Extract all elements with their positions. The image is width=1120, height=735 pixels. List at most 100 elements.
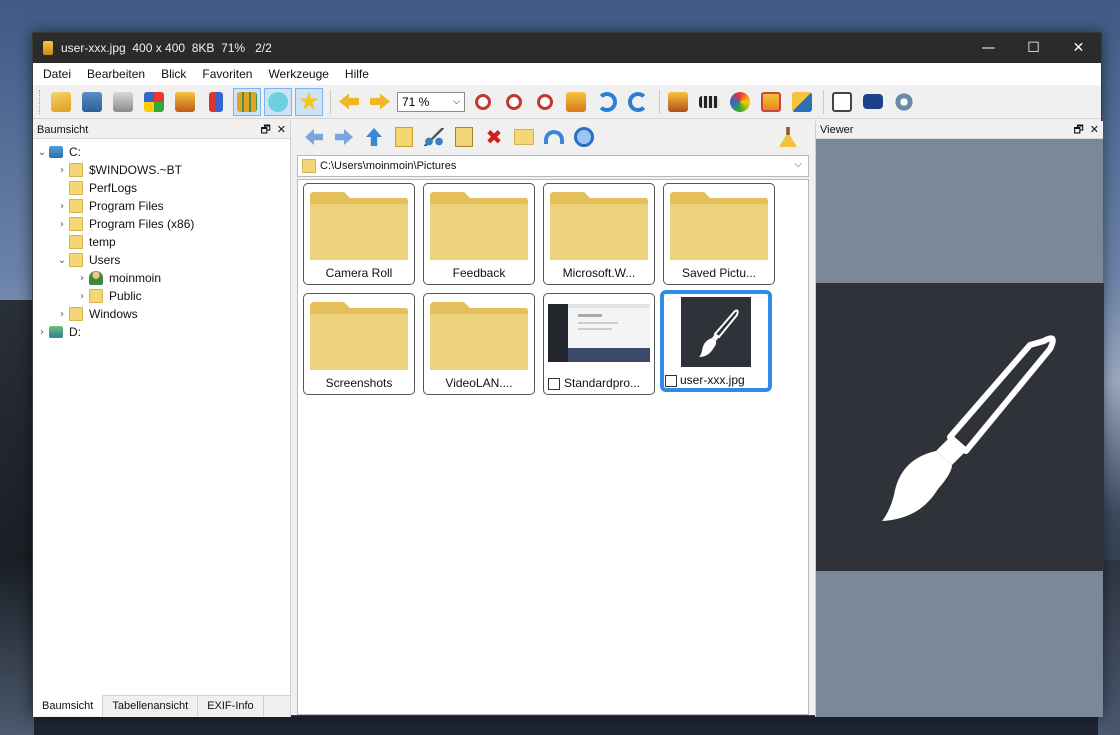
paste-button[interactable] — [451, 124, 477, 150]
close-button[interactable]: ✕ — [1056, 33, 1101, 63]
zoom-out-button[interactable] — [500, 88, 528, 116]
folder-tree: ⌄ C: › $WINDOWS.~BT PerfLogs › Program F… — [33, 139, 290, 341]
resize-button[interactable] — [788, 88, 816, 116]
image-button[interactable] — [171, 88, 199, 116]
thumbnail-label: VideoLAN.... — [445, 376, 513, 390]
prev-arrow-icon — [339, 93, 359, 110]
chevron-down-icon[interactable]: ⌄ — [55, 255, 69, 266]
menu-favoriten[interactable]: Favoriten — [194, 63, 260, 85]
forward-button[interactable] — [331, 124, 357, 150]
thumbnail-saved-pictures[interactable]: Saved Pictu... — [663, 183, 775, 285]
tree-item-users[interactable]: ⌄ Users — [33, 251, 290, 269]
refresh-button[interactable] — [571, 124, 597, 150]
zoom-fit-button[interactable] — [531, 88, 559, 116]
save-icon — [82, 91, 102, 112]
rotate-right-button[interactable] — [593, 88, 621, 116]
clean-button[interactable] — [775, 124, 801, 150]
slideshow-button[interactable] — [664, 88, 692, 116]
close-panel-icon[interactable]: ✕ — [1090, 121, 1099, 139]
paint-button[interactable] — [726, 88, 754, 116]
open-folder-icon — [51, 91, 71, 112]
open-button[interactable] — [47, 88, 75, 116]
address-bar[interactable]: C:\Users\moinmoin\Pictures ⌵ — [297, 155, 809, 177]
toolbar-grip[interactable] — [39, 89, 43, 114]
chevron-down-icon[interactable]: ⌵ — [794, 159, 802, 170]
thumbnail-view-button[interactable] — [233, 87, 261, 116]
tab-baumsicht[interactable]: Baumsicht — [33, 695, 104, 716]
menu-bearbeiten[interactable]: Bearbeiten — [79, 63, 153, 85]
back-button[interactable] — [301, 124, 327, 150]
camera-button[interactable] — [859, 88, 887, 116]
comment-button[interactable] — [264, 87, 292, 116]
copy-button[interactable] — [391, 124, 417, 150]
chevron-right-icon[interactable]: › — [55, 201, 69, 212]
maximize-button[interactable]: ☐ — [1011, 33, 1056, 63]
paintbrush-image — [681, 297, 751, 367]
menu-blick[interactable]: Blick — [153, 63, 194, 85]
thumbnail-standardprofile[interactable]: Standardpro... — [543, 293, 655, 395]
rotate-left-button[interactable] — [624, 88, 652, 116]
settings-button[interactable] — [890, 88, 918, 116]
title-bar[interactable]: user-xxx.jpg 400 x 400 8KB 71% 2/2 — ☐ ✕ — [33, 33, 1101, 63]
tree-item-c-drive[interactable]: ⌄ C: — [33, 143, 290, 161]
crop-button[interactable] — [757, 88, 785, 116]
restore-panel-icon[interactable]: 🗗 — [1073, 121, 1083, 139]
previous-button[interactable] — [335, 88, 363, 116]
chevron-down-icon[interactable]: ⌄ — [35, 147, 49, 158]
zoom-select[interactable]: 71 % ⌵ — [397, 91, 465, 112]
tree-item-program-files-x86[interactable]: › Program Files (x86) — [33, 215, 290, 233]
tree-item-label: temp — [89, 235, 116, 249]
color-button[interactable] — [140, 88, 168, 116]
tree-item-windows[interactable]: › Windows — [33, 305, 290, 323]
thumbnail-user-xxx[interactable]: user-xxx.jpg — [660, 290, 772, 392]
minimize-button[interactable]: — — [966, 33, 1011, 63]
save-button[interactable] — [78, 88, 106, 116]
tree-item-perflogs[interactable]: PerfLogs — [33, 179, 290, 197]
menu-werkzeuge[interactable]: Werkzeuge — [260, 63, 336, 85]
slideshow-icon — [668, 91, 688, 112]
folder-icon — [310, 192, 408, 260]
menu-datei[interactable]: Datei — [35, 63, 79, 85]
filmstrip-button[interactable] — [695, 88, 723, 116]
fullscreen-button[interactable] — [562, 88, 590, 116]
tree-item-program-files[interactable]: › Program Files — [33, 197, 290, 215]
tree-item-moinmoin[interactable]: › moinmoin — [33, 269, 290, 287]
delete-button[interactable]: ✖ — [481, 124, 507, 150]
undo-button[interactable] — [541, 124, 567, 150]
zoom-in-button[interactable] — [469, 88, 497, 116]
sort-button[interactable] — [202, 88, 230, 116]
close-panel-icon[interactable]: ✕ — [277, 121, 286, 139]
viewer-image[interactable] — [816, 283, 1104, 571]
menu-hilfe[interactable]: Hilfe — [337, 63, 377, 85]
chevron-right-icon[interactable]: › — [55, 219, 69, 230]
properties-button[interactable] — [828, 88, 856, 116]
next-button[interactable] — [366, 88, 394, 116]
thumbnail-microsoft-w[interactable]: Microsoft.W... — [543, 183, 655, 285]
tree-item-windows-bt[interactable]: › $WINDOWS.~BT — [33, 161, 290, 179]
thumbnail-feedback[interactable]: Feedback — [423, 183, 535, 285]
chevron-right-icon[interactable]: › — [75, 291, 89, 302]
tab-tabellenansicht[interactable]: Tabellenansicht — [103, 696, 199, 716]
fullscreen-icon — [566, 91, 586, 112]
tree-item-public[interactable]: › Public — [33, 287, 290, 305]
cut-button[interactable] — [421, 124, 447, 150]
chevron-right-icon[interactable]: › — [35, 327, 49, 338]
tree-item-d-drive[interactable]: › D: — [33, 323, 290, 341]
tree-item-temp[interactable]: temp — [33, 233, 290, 251]
restore-panel-icon[interactable]: 🗗 — [260, 121, 270, 139]
chevron-right-icon[interactable]: › — [75, 273, 89, 284]
print-button[interactable] — [109, 88, 137, 116]
tab-exif-info[interactable]: EXIF-Info — [198, 696, 264, 716]
tree-item-label: $WINDOWS.~BT — [89, 163, 183, 177]
chevron-right-icon[interactable]: › — [55, 165, 69, 176]
thumbnail-videolan[interactable]: VideoLAN.... — [423, 293, 535, 395]
chevron-right-icon[interactable]: › — [55, 309, 69, 320]
viewer-panel: Viewer 🗗 ✕ — [815, 121, 1104, 717]
favorite-button[interactable] — [295, 87, 323, 116]
thumbnail-screenshots[interactable]: Screenshots — [303, 293, 415, 395]
new-folder-button[interactable] — [511, 124, 537, 150]
undo-icon — [544, 130, 564, 144]
folder-icon — [69, 181, 83, 195]
thumbnail-camera-roll[interactable]: Camera Roll — [303, 183, 415, 285]
up-button[interactable] — [361, 124, 387, 150]
